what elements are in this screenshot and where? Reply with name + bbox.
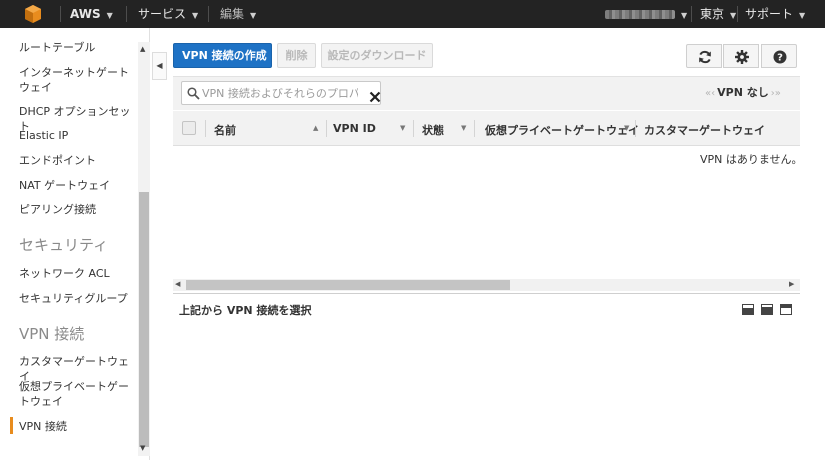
clear-search-button[interactable] bbox=[363, 85, 381, 103]
nav-divider bbox=[126, 6, 127, 22]
scroll-down-icon[interactable]: ▼ bbox=[140, 444, 145, 452]
sidebar-item-endpoints[interactable]: エンドポイント bbox=[19, 153, 137, 168]
help-icon: ? bbox=[773, 50, 787, 64]
account-name-redacted bbox=[605, 10, 675, 19]
column-header-name[interactable]: 名前 bbox=[214, 122, 236, 138]
last-page-icon[interactable]: » bbox=[775, 88, 781, 99]
aws-menu-label: AWS bbox=[70, 7, 101, 21]
sidebar-item-route-tables[interactable]: ルートテーブル bbox=[19, 40, 137, 55]
chevron-down-icon: ▼ bbox=[192, 11, 199, 20]
nav-divider bbox=[737, 6, 738, 22]
sort-icon[interactable]: ▼ bbox=[400, 124, 405, 132]
chevron-down-icon: ▼ bbox=[106, 11, 113, 20]
sidebar-item-internet-gateways[interactable]: インターネットゲートウェイ bbox=[19, 65, 137, 95]
column-divider bbox=[635, 120, 636, 137]
support-menu-label: サポート bbox=[745, 7, 794, 21]
search-input[interactable] bbox=[202, 84, 358, 102]
pagination-label: VPN なし bbox=[717, 86, 769, 99]
nav-divider bbox=[60, 6, 61, 22]
sidebar-scrollbar[interactable]: ▲ ▼ bbox=[138, 42, 150, 456]
column-header-customer-gateway[interactable]: カスタマーゲートウェイ bbox=[644, 122, 765, 138]
delete-button[interactable]: 削除 bbox=[277, 43, 316, 68]
table-header: 名前 ▲ VPN ID ▼ 状態 ▼ 仮想プライベートゲートウェイ ▼ カスタマ… bbox=[173, 111, 800, 146]
scroll-up-icon[interactable]: ▲ bbox=[140, 45, 145, 53]
help-button[interactable]: ? bbox=[761, 44, 797, 68]
select-all-checkbox[interactable] bbox=[182, 121, 196, 135]
details-title: 上記から VPN 接続を選択 bbox=[179, 304, 312, 317]
nav-divider bbox=[691, 6, 692, 22]
sort-ascending-icon[interactable]: ▲ bbox=[313, 124, 318, 132]
column-header-vpn-id[interactable]: VPN ID bbox=[333, 122, 376, 135]
scroll-left-icon[interactable]: ◀ bbox=[175, 280, 180, 288]
aws-logo-icon[interactable] bbox=[0, 0, 60, 28]
column-header-state[interactable]: 状態 bbox=[422, 122, 444, 138]
sidebar-item-elastic-ip[interactable]: Elastic IP bbox=[19, 128, 137, 143]
scrollbar-thumb[interactable] bbox=[186, 280, 510, 290]
column-header-virtual-private-gateway[interactable]: 仮想プライベートゲートウェイ bbox=[485, 122, 639, 138]
aws-menu[interactable]: AWS ▼ bbox=[70, 0, 113, 28]
column-divider bbox=[205, 120, 206, 137]
support-menu[interactable]: サポート ▼ bbox=[745, 0, 805, 28]
chevron-down-icon: ▼ bbox=[681, 11, 688, 20]
create-vpn-connection-button[interactable]: VPN 接続の作成 bbox=[173, 43, 272, 68]
sort-icon[interactable]: ▼ bbox=[624, 124, 629, 132]
layout-full-panel-icon[interactable] bbox=[780, 304, 792, 315]
sidebar-item-virtual-private-gateways[interactable]: 仮想プライベートゲートウェイ bbox=[19, 379, 137, 409]
sidebar-item-network-acl[interactable]: ネットワーク ACL bbox=[19, 266, 137, 281]
sort-icon[interactable]: ▼ bbox=[461, 124, 466, 132]
sidebar-section-security: セキュリティ bbox=[19, 236, 109, 254]
refresh-icon bbox=[699, 50, 711, 64]
region-menu-label: 東京 bbox=[700, 7, 725, 21]
layout-bottom-panel-icon[interactable] bbox=[742, 304, 754, 315]
gear-icon bbox=[735, 50, 749, 64]
scroll-right-icon[interactable]: ▶ bbox=[789, 280, 794, 288]
scrollbar-thumb[interactable] bbox=[139, 192, 149, 447]
collapse-sidebar-button[interactable]: ◀ bbox=[152, 52, 167, 80]
active-indicator bbox=[10, 417, 13, 434]
column-divider bbox=[413, 120, 414, 137]
empty-table-message: VPN はありません。 bbox=[700, 153, 803, 166]
column-divider bbox=[474, 120, 475, 137]
services-menu[interactable]: サービス ▼ bbox=[138, 0, 198, 28]
sidebar-item-nat-gateways[interactable]: NAT ゲートウェイ bbox=[19, 178, 137, 193]
download-configuration-button[interactable]: 設定のダウンロード bbox=[321, 43, 433, 68]
account-menu[interactable]: ▼ bbox=[605, 0, 687, 28]
top-navigation-bar: AWS ▼ サービス ▼ 編集 ▼ ▼ 東京 ▼ サポート ▼ bbox=[0, 0, 825, 28]
edit-menu-label: 編集 bbox=[220, 7, 245, 21]
chevron-down-icon: ▼ bbox=[799, 11, 806, 20]
sidebar-item-peering[interactable]: ピアリング接続 bbox=[19, 202, 137, 217]
chevron-down-icon: ▼ bbox=[730, 11, 737, 20]
refresh-button[interactable] bbox=[686, 44, 722, 68]
sidebar-item-vpn-connections[interactable]: VPN 接続 bbox=[19, 419, 137, 434]
region-menu[interactable]: 東京 ▼ bbox=[700, 0, 736, 28]
table-horizontal-scrollbar[interactable]: ◀ ▶ bbox=[173, 279, 800, 291]
sidebar-item-security-groups[interactable]: セキュリティグループ bbox=[19, 291, 137, 306]
search-icon bbox=[187, 87, 200, 100]
services-menu-label: サービス bbox=[138, 7, 187, 21]
search-box[interactable] bbox=[181, 81, 381, 105]
settings-button[interactable] bbox=[723, 44, 759, 68]
svg-text:?: ? bbox=[777, 53, 783, 64]
column-divider bbox=[326, 120, 327, 137]
chevron-down-icon: ▼ bbox=[250, 11, 257, 20]
nav-divider bbox=[208, 6, 209, 22]
layout-split-panel-icon[interactable] bbox=[761, 304, 773, 315]
details-panel: 上記から VPN 接続を選択 bbox=[173, 293, 800, 321]
chevron-left-icon: ◀ bbox=[156, 61, 163, 70]
sidebar: ルートテーブル インターネットゲートウェイ DHCP オプションセット Elas… bbox=[0, 28, 150, 460]
edit-menu[interactable]: 編集 ▼ bbox=[220, 0, 256, 28]
pagination: «‹ VPN なし ›» bbox=[705, 86, 781, 100]
close-icon bbox=[369, 91, 381, 103]
previous-page-icon[interactable]: ‹ bbox=[711, 88, 715, 99]
sidebar-section-vpn: VPN 接続 bbox=[19, 325, 85, 343]
